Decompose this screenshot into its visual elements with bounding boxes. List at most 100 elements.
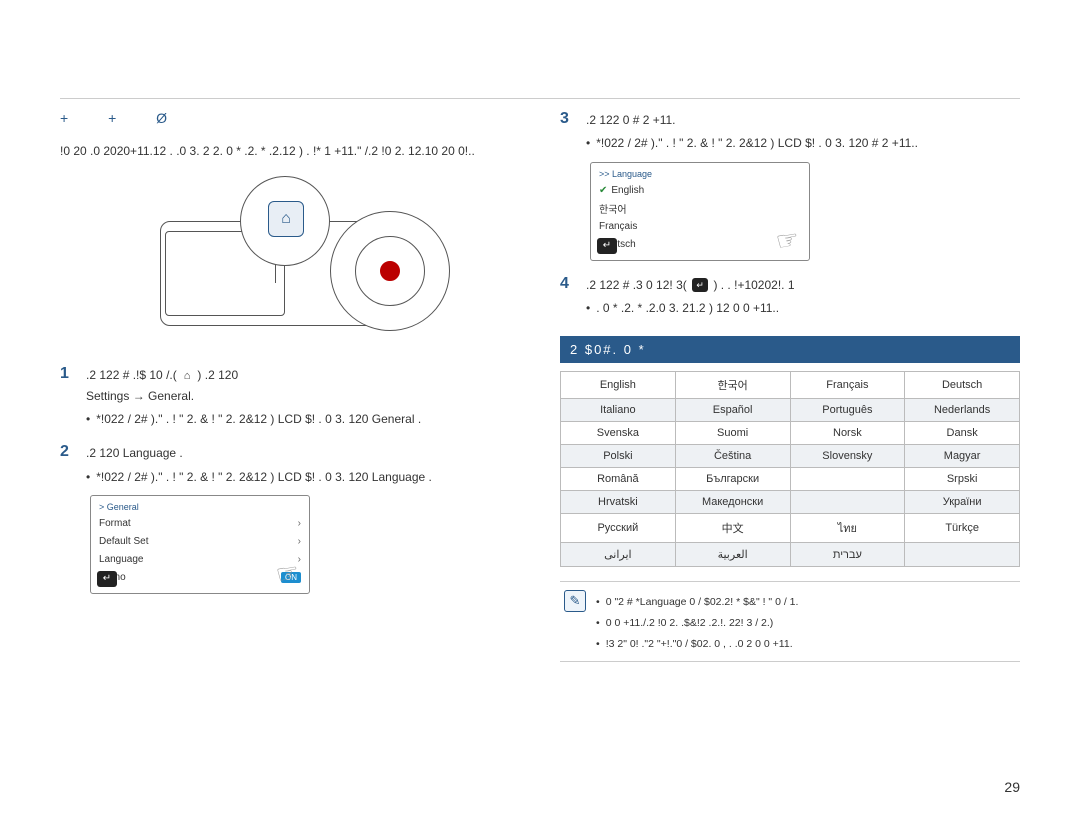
step-1: 1 .2 122 # .!$ 10 /.( ⌂ ) .2 120 Setting… [60, 365, 520, 429]
language-cell: Suomi [675, 422, 790, 445]
language-cell: العربية [675, 543, 790, 567]
lcd-lang-1: 한국어 [599, 200, 801, 218]
step-4-text-b: ) . . !+10202!. 1 [713, 278, 794, 292]
note-list: 0 "2 # *Language 0 / $02.2! * $&" ! " 0 … [596, 590, 798, 652]
table-row: RomânăБългарски Srpski [561, 468, 1020, 491]
language-cell: Türkçe [905, 514, 1020, 543]
language-cell: Srpski [905, 468, 1020, 491]
language-cell: Norsk [790, 422, 905, 445]
submenu-heading: 2 $0#. 0 * [560, 336, 1020, 363]
lcd-lang-2: Français [599, 218, 801, 236]
intro-paragraph: !0 20 .0 2020+11.12 . .0 3. 2 2. 0 * .2.… [60, 142, 520, 161]
top-rule [60, 98, 1020, 99]
step-2-text: .2 120 Language . [86, 446, 183, 460]
step-2: 2 .2 120 Language . *!022 / 2# )." . ! "… [60, 443, 520, 487]
step-3-text: .2 122 0 # 2 +11. [586, 113, 676, 127]
table-row: ItalianoEspañolPortuguêsNederlands [561, 399, 1020, 422]
language-cell: Português [790, 399, 905, 422]
language-cell: 한국어 [675, 372, 790, 399]
step-2-bullet: *!022 / 2# )." . ! " 2. & ! " 2. 2&12 ) … [86, 468, 520, 487]
step-4-bullet: . 0 * .2. * .2.0 3. 21.2 ) 12 0 0 +11.. [586, 299, 1020, 318]
step-2-number: 2 [60, 443, 76, 461]
table-row: English한국어FrançaisDeutsch [561, 372, 1020, 399]
lcd-row-language: Language› [99, 551, 301, 569]
lcd-row-default: Default Set› [99, 533, 301, 551]
note-1: 0 "2 # *Language 0 / $02.2! * $&" ! " 0 … [606, 594, 799, 611]
language-cell: Polski [561, 445, 676, 468]
lcd-language-screenshot: >> Language ✔English 한국어 Français Deutsc… [590, 162, 810, 261]
step-3-bullet: *!022 / 2# )." . ! " 2. & ! " 2. 2&12 ) … [586, 134, 1020, 153]
chevron-right-icon: › [298, 518, 301, 529]
language-cell: Dansk [905, 422, 1020, 445]
back-icon: ↵ [597, 238, 617, 254]
step-1-number: 1 [60, 365, 76, 383]
step-3-number: 3 [560, 110, 576, 128]
language-cell: Hrvatski [561, 491, 676, 514]
note-3: !3 2" 0! ."2 "+!."0 / $02. 0 , . .0 2 0 … [606, 636, 793, 653]
lcd-row-format: Format› [99, 515, 301, 533]
page-number: 29 [1004, 779, 1020, 795]
language-cell: Nederlands [905, 399, 1020, 422]
callout-home-button: ⌂ [268, 201, 304, 237]
note-2: 0 0 +11./.2 !0 2. .$&!2 .2.!. 22! 3 / 2.… [606, 615, 774, 632]
step-4-number: 4 [560, 275, 576, 293]
step-1-arrow: → [133, 389, 148, 403]
check-icon: ✔ [599, 185, 607, 196]
section-title: + + Ø [60, 110, 520, 128]
language-cell: України [905, 491, 1020, 514]
language-cell: Italiano [561, 399, 676, 422]
lcd-general-crumb: > General [99, 502, 301, 512]
step-1-text-a: .2 122 # .!$ 10 /.( [86, 368, 177, 382]
step-4: 4 .2 122 # .3 0 12! 3( ↵ ) . . !+10202!.… [560, 275, 1020, 319]
language-cell: Español [675, 399, 790, 422]
lcd-lang-3: Deutsch [599, 236, 801, 254]
chevron-right-icon: › [298, 554, 301, 565]
right-column: 3 .2 122 0 # 2 +11. *!022 / 2# )." . ! "… [560, 110, 1020, 662]
step-1-settings: Settings [86, 389, 129, 403]
title-glyphs: + + Ø [60, 110, 185, 126]
note-icon: ✎ [564, 590, 586, 612]
language-cell: Македонски [675, 491, 790, 514]
step-3: 3 .2 122 0 # 2 +11. *!022 / 2# )." . ! "… [560, 110, 1020, 154]
language-cell: Български [675, 468, 790, 491]
language-cell [790, 491, 905, 514]
language-cell: Svenska [561, 422, 676, 445]
language-cell: Slovensky [790, 445, 905, 468]
note-block: ✎ 0 "2 # *Language 0 / $02.2! * $&" ! " … [560, 581, 1020, 661]
language-cell: Čeština [675, 445, 790, 468]
inline-back-icon: ↵ [692, 278, 708, 292]
lcd-general-screenshot: > General Format› Default Set› Language›… [90, 495, 310, 594]
back-icon: ↵ [97, 571, 117, 587]
touch-hand-icon: ☞ [273, 556, 301, 591]
left-column: + + Ø !0 20 .0 2020+11.12 . .0 3. 2 2. 0… [60, 110, 520, 662]
chevron-right-icon: › [298, 536, 301, 547]
language-cell: English [561, 372, 676, 399]
lcd-row-demo: DemoON [99, 569, 301, 587]
language-cell: Magyar [905, 445, 1020, 468]
step-1-bullet: *!022 / 2# )." . ! " 2. & ! " 2. 2&12 ) … [86, 410, 520, 429]
table-row: SvenskaSuomiNorskDansk [561, 422, 1020, 445]
camcorder-illustration: ⌂ [100, 171, 480, 351]
home-icon: ⌂ [281, 210, 291, 228]
table-row: PolskiČeštinaSlovenskyMagyar [561, 445, 1020, 468]
touch-hand-icon: ☞ [773, 223, 801, 258]
language-cell: ไทย [790, 514, 905, 543]
language-cell: Română [561, 468, 676, 491]
step-4-text-a: .2 122 # .3 0 12! 3( [586, 278, 687, 292]
language-cell: 中文 [675, 514, 790, 543]
language-cell: Русский [561, 514, 676, 543]
language-cell: Français [790, 372, 905, 399]
language-cell: ایرانی [561, 543, 676, 567]
table-row: HrvatskiМакедонски України [561, 491, 1020, 514]
lcd-lang-english: ✔English [599, 182, 801, 200]
table-row: ایرانیالعربيةעברית [561, 543, 1020, 567]
language-cell [790, 468, 905, 491]
language-cell: עברית [790, 543, 905, 567]
inline-home-icon: ⌂ [180, 369, 194, 383]
step-1-text-b: ) .2 120 [197, 368, 238, 382]
table-row: Русский中文ไทยTürkçe [561, 514, 1020, 543]
step-1-general: General [148, 389, 191, 403]
language-cell: Deutsch [905, 372, 1020, 399]
language-cell [905, 543, 1020, 567]
language-options-table: English한국어FrançaisDeutschItalianoEspañol… [560, 371, 1020, 567]
